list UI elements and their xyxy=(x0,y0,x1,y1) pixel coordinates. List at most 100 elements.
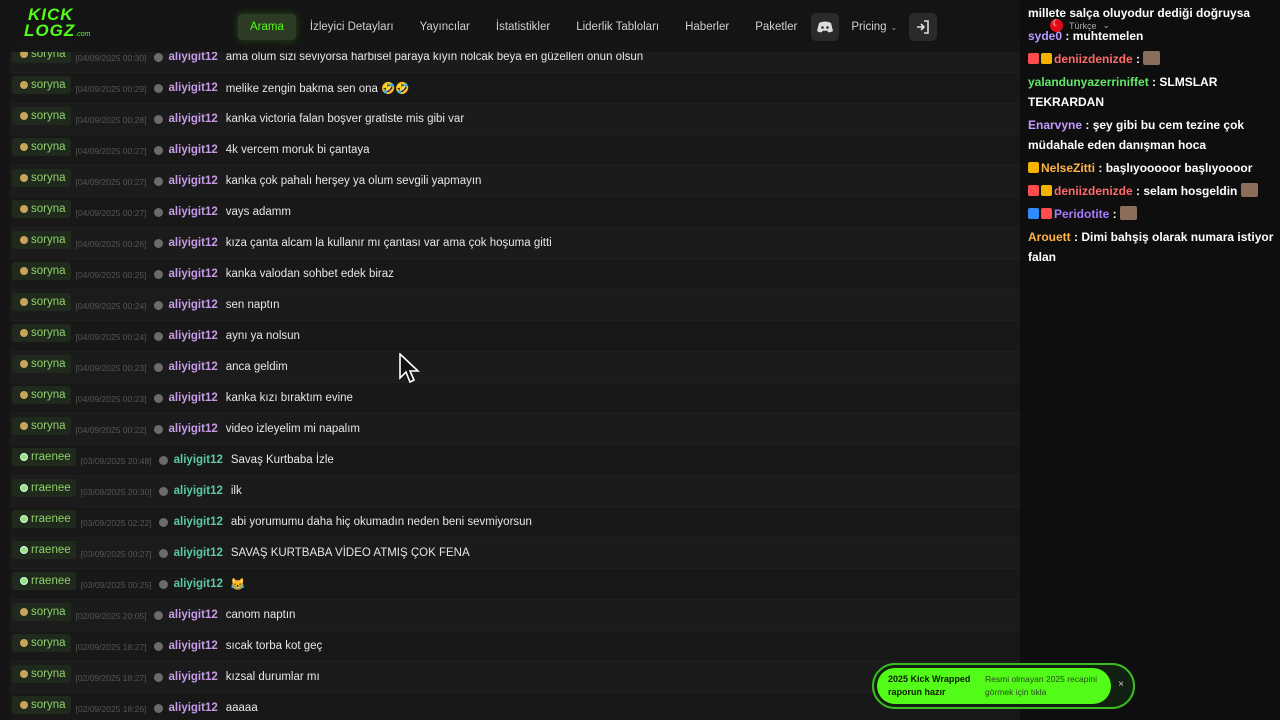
username[interactable]: aliyigit12 xyxy=(169,609,218,621)
channel-badge[interactable]: soryna xyxy=(12,293,71,311)
chat-badge-icon xyxy=(1041,208,1052,219)
chat-badge-icon xyxy=(1028,185,1039,196)
channel-badge[interactable]: soryna xyxy=(12,386,71,404)
channel-name: soryna xyxy=(31,203,66,215)
channel-avatar-icon xyxy=(20,701,28,709)
channel-badge[interactable]: rraenee xyxy=(12,510,76,528)
chat-username[interactable]: deniizdenizde xyxy=(1054,184,1133,198)
username[interactable]: aliyigit12 xyxy=(169,237,218,249)
username[interactable]: aliyigit12 xyxy=(169,299,218,311)
nav-news[interactable]: Haberler xyxy=(673,14,741,40)
nav-search[interactable]: Arama xyxy=(238,14,296,40)
user-avatar-icon xyxy=(153,641,163,651)
channel-badge[interactable]: soryna xyxy=(12,355,71,373)
username[interactable]: aliyigit12 xyxy=(169,82,218,94)
chat-username[interactable]: Enarvyne xyxy=(1028,118,1082,132)
username[interactable]: aliyigit12 xyxy=(169,268,218,280)
channel-badge[interactable]: soryna xyxy=(12,417,71,435)
message-text: canom naptın xyxy=(225,609,296,621)
username[interactable]: aliyigit12 xyxy=(169,330,218,342)
chat-emote-icon xyxy=(1240,183,1258,197)
channel-badge[interactable]: soryna xyxy=(12,200,71,218)
channel-badge[interactable]: soryna xyxy=(12,107,71,125)
user-avatar-icon xyxy=(158,455,168,465)
chat-username[interactable]: deniizdenizde xyxy=(1054,52,1133,66)
channel-badge[interactable]: soryna xyxy=(12,169,71,187)
nav-streamers[interactable]: Yayıncılar xyxy=(408,14,482,40)
channel-badge[interactable]: soryna xyxy=(12,138,71,156)
username[interactable]: aliyigit12 xyxy=(169,640,218,652)
message-timestamp: [04/09/2025 00:25] xyxy=(75,270,147,280)
close-icon[interactable]: × xyxy=(1118,679,1124,690)
username[interactable]: aliyigit12 xyxy=(169,144,218,156)
message-text: kanka çok pahalı herşey ya olum sevgili … xyxy=(225,175,482,187)
username[interactable]: aliyigit12 xyxy=(174,578,223,590)
username[interactable]: aliyigit12 xyxy=(169,671,218,683)
username[interactable]: aliyigit12 xyxy=(174,547,223,559)
login-icon[interactable] xyxy=(909,13,938,41)
channel-avatar-icon xyxy=(20,298,28,306)
user-avatar-icon xyxy=(153,331,163,341)
user-avatar-icon xyxy=(153,610,163,620)
channel-badge[interactable]: soryna xyxy=(12,231,71,249)
nav-statistics[interactable]: İstatistikler xyxy=(484,14,562,40)
channel-badge[interactable]: rraenee xyxy=(12,541,76,559)
table-row: soryna [04/09/2025 00:29] aliyigit12 melike… xyxy=(10,73,1136,104)
nav-packages[interactable]: Paketler xyxy=(743,14,809,40)
chat-username[interactable]: yalandunyazerriniffet xyxy=(1028,75,1149,89)
username[interactable]: aliyigit12 xyxy=(169,113,218,125)
promo-button[interactable]: 2025 Kick Wrapped raporun hazır Resmi ol… xyxy=(877,668,1111,704)
chat-username[interactable]: Arouett xyxy=(1028,230,1071,244)
chat-username[interactable]: Peridotite xyxy=(1054,207,1109,221)
log-area: soryna [04/09/2025 00:30] aliyigit12 ama ol… xyxy=(0,0,1150,720)
channel-badge[interactable]: soryna xyxy=(12,634,71,652)
chevron-down-icon: ⌄ xyxy=(1102,20,1111,30)
pricing-dropdown[interactable]: Pricing ⌄ xyxy=(839,21,909,33)
username[interactable]: aliyigit12 xyxy=(169,392,218,404)
language-selector[interactable]: Türkçe ⌄ xyxy=(1050,18,1111,32)
discord-icon[interactable] xyxy=(811,13,840,41)
nav-viewer-details[interactable]: İzleyici Detayları xyxy=(298,14,406,40)
kicklogz-logo[interactable]: KICK LOGZ.com xyxy=(24,6,90,41)
channel-avatar-icon xyxy=(20,236,28,244)
channel-badge[interactable]: soryna xyxy=(12,696,71,714)
username[interactable]: aliyigit12 xyxy=(169,361,218,373)
channel-badge[interactable]: rraenee xyxy=(12,572,76,590)
nav-leaderboards[interactable]: Liderlik Tabloları xyxy=(564,14,671,40)
channel-avatar-icon xyxy=(20,205,28,213)
channel-badge[interactable]: soryna xyxy=(12,76,71,94)
chat-message: yalandunyazerriniffet : SLMSLAR TEKRARDA… xyxy=(1028,75,1218,109)
channel-badge[interactable]: soryna xyxy=(12,262,71,280)
chat-badge-icon xyxy=(1041,53,1052,64)
channel-badge[interactable]: soryna xyxy=(12,324,71,342)
channel-avatar-icon xyxy=(20,639,28,647)
language-label: Türkçe xyxy=(1069,20,1097,31)
user-avatar-icon xyxy=(153,52,163,62)
chat-message: Peridotite : xyxy=(1028,204,1280,224)
username[interactable]: aliyigit12 xyxy=(174,454,223,466)
username[interactable]: aliyigit12 xyxy=(169,206,218,218)
mouse-cursor-icon xyxy=(399,353,420,384)
message-timestamp: [04/09/2025 00:22] xyxy=(75,425,147,435)
username[interactable]: aliyigit12 xyxy=(169,51,218,63)
username[interactable]: aliyigit12 xyxy=(169,175,218,187)
channel-badge[interactable]: soryna xyxy=(12,665,71,683)
message-timestamp: [03/09/2025 02:22] xyxy=(80,518,152,528)
message-text: aaaaa xyxy=(225,702,258,714)
pricing-label: Pricing xyxy=(851,21,887,33)
channel-badge[interactable]: soryna xyxy=(12,603,71,621)
channel-badge[interactable]: rraenee xyxy=(12,479,76,497)
channel-badge[interactable]: rraenee xyxy=(12,448,76,466)
message-text: sıcak torba kot geç xyxy=(225,640,323,652)
channel-avatar-icon xyxy=(20,670,28,678)
username[interactable]: aliyigit12 xyxy=(169,423,218,435)
username[interactable]: aliyigit12 xyxy=(169,702,218,714)
chat-username[interactable]: NelseZitti xyxy=(1041,161,1095,175)
wrapped-promo-toast[interactable]: 2025 Kick Wrapped raporun hazır Resmi ol… xyxy=(872,663,1135,709)
username[interactable]: aliyigit12 xyxy=(174,516,223,528)
table-row: rraenee [03/09/2025 20:48] aliyigit12 Savaş… xyxy=(10,445,1136,476)
channel-avatar-icon xyxy=(20,81,28,89)
top-navbar: KICK LOGZ.com Arama İzleyici Detayları Y… xyxy=(0,0,1150,52)
user-avatar-icon xyxy=(153,393,163,403)
username[interactable]: aliyigit12 xyxy=(174,485,223,497)
